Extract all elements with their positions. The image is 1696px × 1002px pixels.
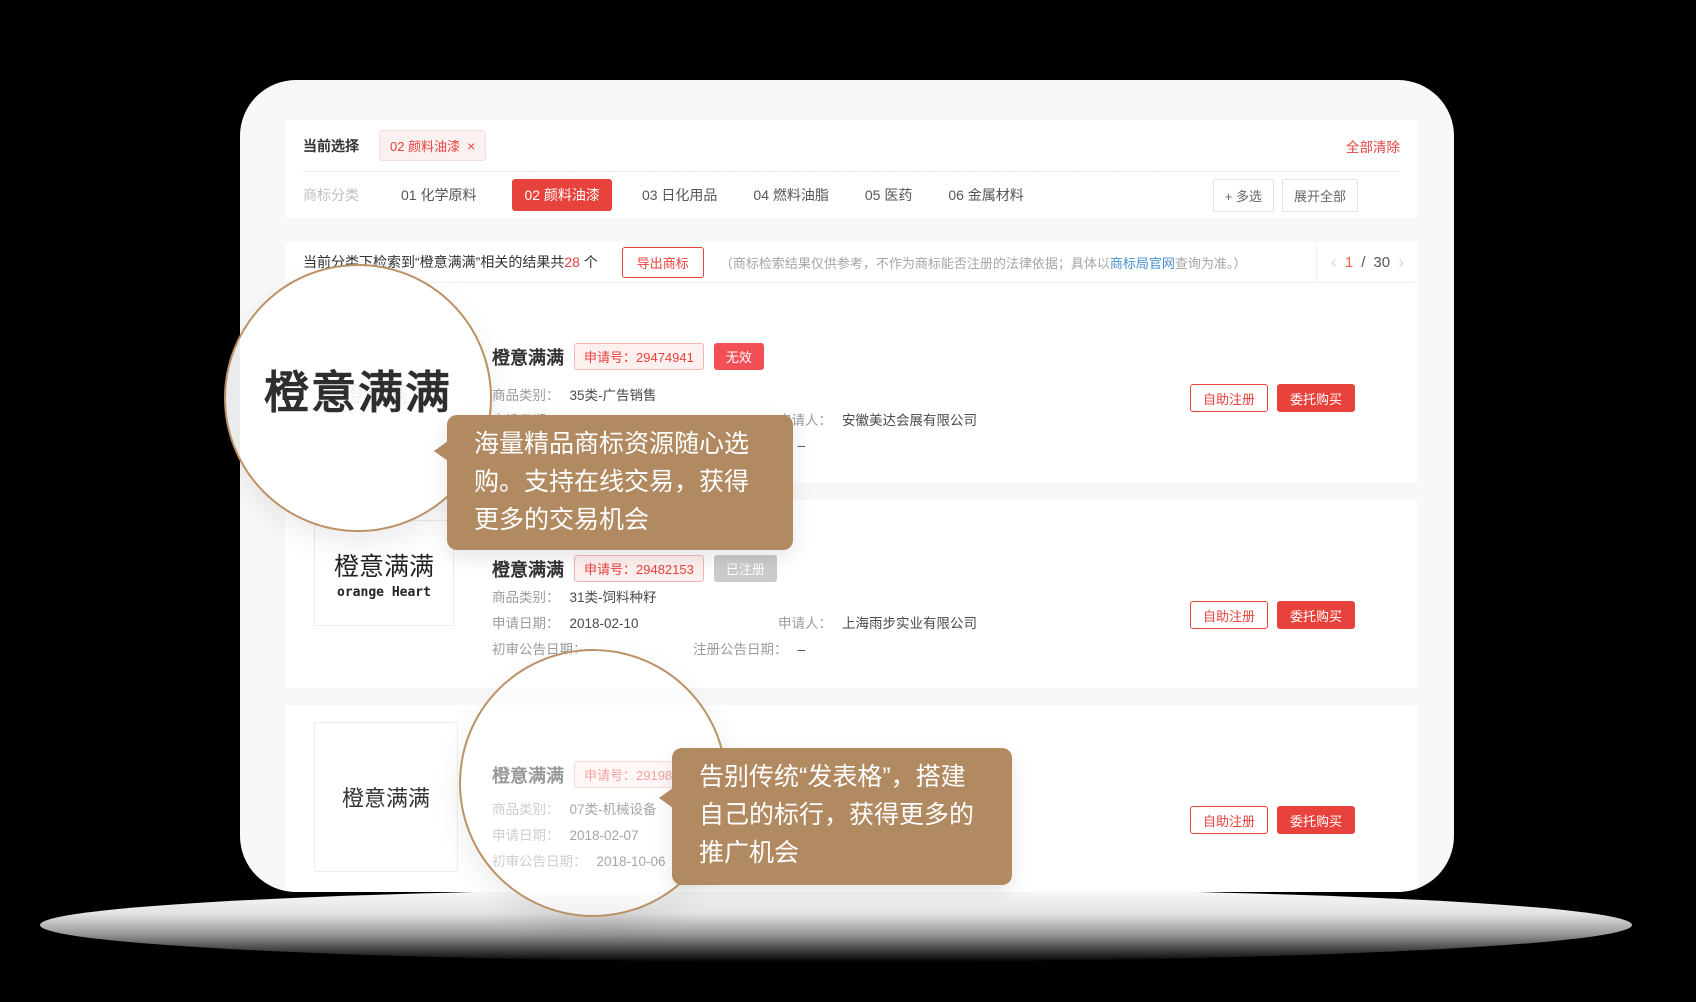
field-value: 安徽美达会展有限公司 — [842, 413, 977, 428]
disclaimer-text: （商标检索结果仅供参考，不作为商标能否注册的法律依据；具体以商标局官网查询为准。… — [720, 253, 1247, 272]
application-number-badge: 申请号：29474941 — [574, 343, 704, 370]
trademark-title-line: 橙意满满 申请号：29474941 无效 — [492, 343, 764, 370]
callout-text: 海量精品商标资源随心选购。支持在线交易，获得更多的交易机会 — [474, 425, 766, 539]
category-item-06[interactable]: 06 金属材料 — [948, 185, 1023, 205]
callout-text: 告别传统“发表格”，搭建自己的标行，获得更多的推广机会 — [699, 758, 985, 872]
chevron-left-icon[interactable]: ‹ — [1331, 253, 1337, 271]
export-trademarks-button[interactable]: 导出商标 — [622, 247, 704, 278]
trademark-name: 橙意满满 — [492, 344, 564, 370]
current-selection-label: 当前选择 — [303, 136, 359, 156]
multi-select-button[interactable]: + 多选 — [1213, 179, 1274, 212]
application-number-value: 29482153 — [636, 562, 694, 577]
entrust-purchase-button[interactable]: 委托购买 — [1277, 601, 1355, 629]
status-badge-registered: 已注册 — [714, 555, 777, 582]
trademark-thumbnail: 橙意满满 orange Heart — [314, 520, 454, 626]
category-row: 商标分类 01 化学原料 02 颜料油漆 03 日化用品 04 燃料油脂 05 … — [285, 172, 1418, 218]
category-item-05[interactable]: 05 医药 — [865, 185, 912, 205]
trademark-office-link[interactable]: 商标局官网 — [1110, 256, 1175, 271]
field-line: 申请日期： 2018-02-10 申请人： 上海雨步实业有限公司 — [492, 612, 1178, 632]
status-badge-invalid: 无效 — [714, 343, 764, 370]
category-label: 商标分类 — [303, 185, 359, 205]
application-number-label: 申请号： — [584, 350, 636, 365]
field-label: 商品类别： — [492, 590, 560, 605]
self-register-button[interactable]: 自助注册 — [1190, 601, 1268, 629]
selected-filter-tag-label: 02 颜料油漆 — [390, 136, 460, 155]
field-value: 2018-02-10 — [570, 616, 639, 631]
results-summary-suffix: 个 — [580, 254, 598, 270]
row-actions: 自助注册 委托购买 — [1190, 806, 1355, 834]
current-selection-row: 当前选择 02 颜料油漆 × 全部清除 — [285, 120, 1418, 171]
chevron-right-icon[interactable]: › — [1398, 253, 1404, 271]
trademark-logo-text: 橙意满满 — [334, 547, 434, 583]
self-register-button[interactable]: 自助注册 — [1190, 806, 1268, 834]
results-count: 28 — [564, 254, 580, 270]
magnified-trademark-text: 橙意满满 — [264, 356, 452, 421]
expand-all-button[interactable]: 展开全部 — [1282, 179, 1358, 212]
field-value: – — [798, 642, 806, 657]
entrust-purchase-button[interactable]: 委托购买 — [1277, 384, 1355, 412]
close-icon[interactable]: × — [467, 139, 475, 153]
laptop-base-shadow — [40, 888, 1632, 962]
clear-all-link[interactable]: 全部清除 — [1346, 136, 1400, 156]
pagination-separator: / — [1361, 254, 1365, 271]
self-register-button[interactable]: 自助注册 — [1190, 384, 1268, 412]
disclaimer-prefix: （商标检索结果仅供参考，不作为商标能否注册的法律依据；具体以 — [720, 256, 1110, 271]
trademark-logo-subtext: orange Heart — [337, 585, 431, 600]
filter-panel: 当前选择 02 颜料油漆 × 全部清除 商标分类 01 化学原料 02 颜料油漆… — [285, 120, 1418, 218]
field-value: 35类-广告销售 — [570, 388, 657, 403]
disclaimer-suffix: 查询为准。） — [1175, 256, 1247, 271]
pagination: ‹ 1 / 30 › — [1316, 242, 1418, 282]
tooltip-callout-trade: 海量精品商标资源随心选购。支持在线交易，获得更多的交易机会 — [447, 415, 793, 550]
field-label: 注册公告日期： — [693, 642, 788, 657]
field-label: 商品类别： — [492, 388, 560, 403]
trademark-title-line: 橙意满满 申请号：29482153 已注册 — [492, 555, 777, 582]
field-value: 上海雨步实业有限公司 — [842, 616, 977, 631]
field-line: 商品类别： 31类-饲料种籽 — [492, 586, 1178, 606]
field-label: 申请日期： — [492, 616, 560, 631]
pagination-current-page: 1 — [1345, 254, 1353, 271]
field-line: 商品类别： 35类-广告销售 — [492, 384, 1178, 404]
category-item-02-active[interactable]: 02 颜料油漆 — [512, 179, 611, 211]
row-actions: 自助注册 委托购买 — [1190, 384, 1355, 412]
trademark-logo-text: 橙意满满 — [342, 781, 430, 813]
application-number-label: 申请号： — [584, 562, 636, 577]
entrust-purchase-button[interactable]: 委托购买 — [1277, 806, 1355, 834]
application-number-value: 29474941 — [636, 350, 694, 365]
row-actions: 自助注册 委托购买 — [1190, 601, 1355, 629]
field-label: 申请人： — [778, 616, 832, 631]
field-value: – — [798, 438, 806, 453]
category-item-03[interactable]: 03 日化用品 — [642, 185, 717, 205]
callout-arrow-left-icon — [659, 788, 673, 808]
field-value: 31类-饲料种籽 — [570, 590, 657, 605]
application-number-badge: 申请号：29482153 — [574, 555, 704, 582]
category-item-01[interactable]: 01 化学原料 — [401, 185, 476, 205]
callout-arrow-left-icon — [434, 441, 448, 461]
trademark-name: 橙意满满 — [492, 556, 564, 582]
tooltip-callout-promotion: 告别传统“发表格”，搭建自己的标行，获得更多的推广机会 — [672, 748, 1012, 885]
pagination-total-pages: 30 — [1373, 254, 1390, 271]
selected-filter-tag: 02 颜料油漆 × — [379, 130, 486, 161]
trademark-thumbnail: 橙意满满 — [314, 722, 458, 872]
results-header: 当前分类下检索到“橙意满满”相关的结果共28 个 导出商标 （商标检索结果仅供参… — [285, 242, 1418, 283]
category-item-04[interactable]: 04 燃料油脂 — [753, 185, 828, 205]
